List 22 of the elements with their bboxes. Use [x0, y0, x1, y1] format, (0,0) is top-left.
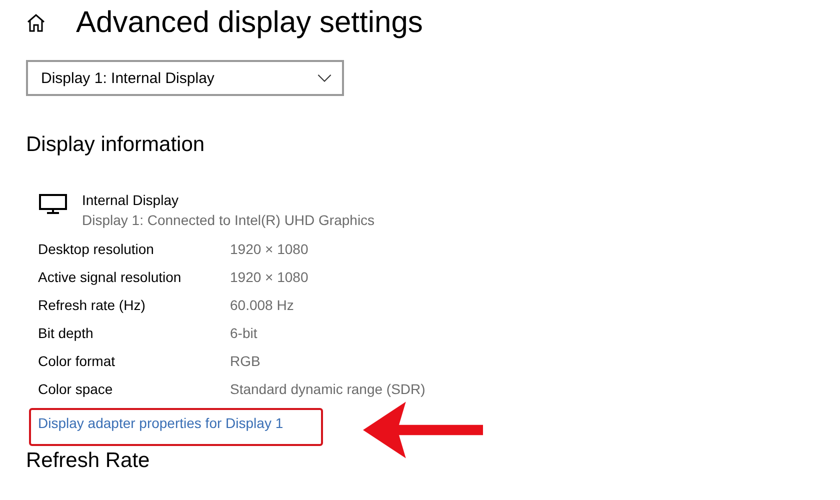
- info-label: Color format: [38, 353, 116, 369]
- home-icon[interactable]: [26, 13, 46, 33]
- info-value: Standard dynamic range (SDR): [230, 381, 426, 397]
- info-value: 60.008 Hz: [230, 297, 294, 313]
- info-label: Desktop resolution: [38, 241, 155, 257]
- chevron-down-icon: [317, 74, 332, 82]
- info-label: Refresh rate (Hz): [38, 297, 146, 313]
- info-label: Color space: [38, 381, 114, 397]
- section-heading: Refresh Rate: [26, 449, 151, 473]
- info-value: RGB: [230, 353, 260, 369]
- display-dropdown[interactable]: Display 1: Internal Display: [26, 60, 344, 96]
- info-label: Bit depth: [38, 325, 94, 341]
- monitor-icon: [39, 194, 67, 214]
- monitor-detail: Display 1: Connected to Intel(R) UHD Graphics: [82, 211, 375, 230]
- section-heading: Display information: [26, 133, 206, 157]
- adapter-properties-link[interactable]: Display adapter properties for Display 1: [38, 415, 284, 431]
- info-label: Active signal resolution: [38, 269, 182, 285]
- info-value: 6-bit: [230, 325, 258, 341]
- page-title: Advanced display settings: [76, 6, 423, 40]
- monitor-name: Internal Display: [82, 191, 180, 210]
- info-value: 1920 × 1080: [230, 241, 308, 257]
- info-value: 1920 × 1080: [230, 269, 308, 285]
